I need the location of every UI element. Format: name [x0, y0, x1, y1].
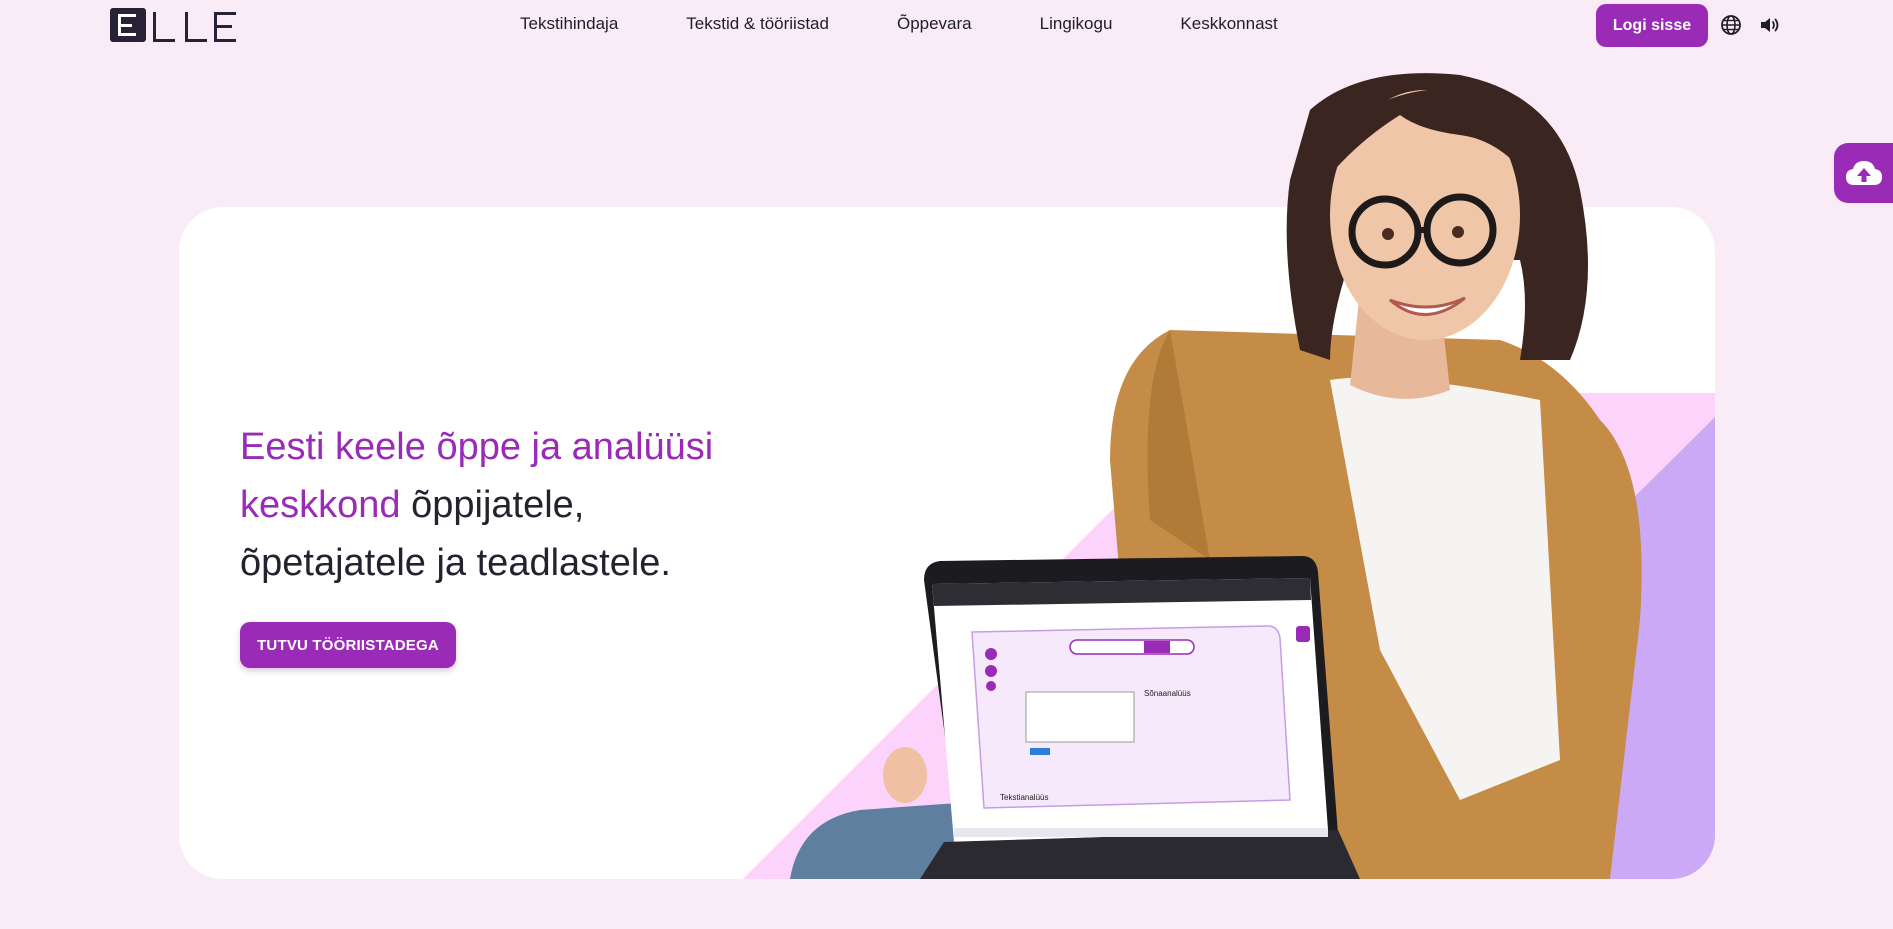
- laptop-section-title: Tekstianalüüs: [1000, 793, 1048, 802]
- headline-rest-1: õppijatele,: [400, 484, 585, 526]
- headline-rest-2: õpetajatele ja teadlastele.: [240, 542, 671, 584]
- explore-tools-button[interactable]: TUTVU TÖÖRIISTADEGA: [240, 622, 456, 668]
- hero-headline: Eesti keele õppe ja analüüsi keskkond õp…: [240, 418, 800, 592]
- laptop-panel-title: Sõnaanalüüs: [1144, 689, 1191, 698]
